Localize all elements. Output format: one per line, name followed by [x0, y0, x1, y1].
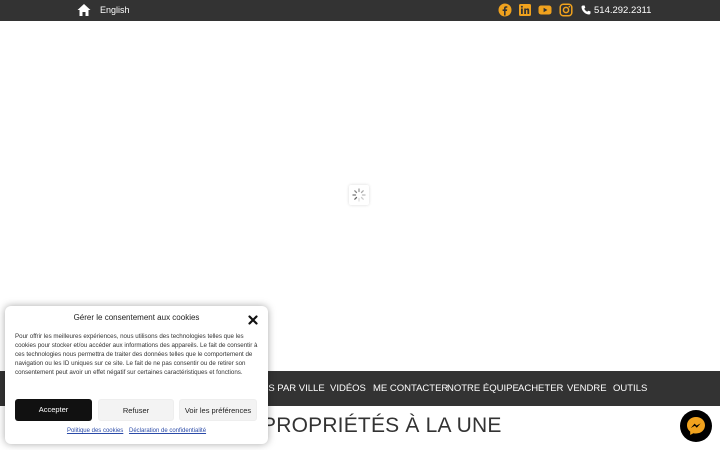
instagram-icon[interactable]: [559, 3, 573, 17]
phone-label: 514.292.2311: [594, 4, 652, 16]
home-icon[interactable]: [77, 3, 91, 17]
linkedin-icon[interactable]: [518, 3, 532, 17]
phone-icon: [581, 5, 591, 15]
phone-number[interactable]: 514.292.2311: [581, 3, 651, 17]
refuse-button[interactable]: Refuser: [98, 399, 174, 421]
messenger-icon: [687, 417, 705, 435]
nav-item-me-contacter[interactable]: ME CONTACTER: [373, 371, 448, 406]
cookie-dialog-text: Pour offrir les meilleures expériences, …: [15, 333, 258, 376]
nav-item-vendre[interactable]: VENDRE: [567, 371, 607, 406]
loading-spinner: [349, 185, 369, 205]
cookie-dialog-title: Gérer le consentement aux cookies: [73, 313, 200, 322]
accept-button[interactable]: Accepter: [15, 399, 92, 421]
facebook-icon[interactable]: [498, 3, 512, 17]
cookie-policy-link[interactable]: Politique des cookies: [67, 428, 123, 434]
nav-item-notre-equipe[interactable]: NOTRE ÉQUIPE: [447, 371, 519, 406]
nav-item-proprietes-par-ville[interactable]: ÉS PAR VILLE: [262, 371, 325, 406]
nav-item-acheter[interactable]: ACHETER: [518, 371, 563, 406]
preferences-button[interactable]: Voir les préférences: [179, 399, 257, 421]
privacy-statement-link[interactable]: Déclaration de confidentialité: [129, 428, 206, 434]
close-icon[interactable]: [248, 312, 258, 325]
language-link[interactable]: English: [100, 4, 130, 17]
top-bar: English 514.292.2311: [0, 0, 720, 21]
cookie-consent-dialog: Gérer le consentement aux cookies Pour o…: [5, 306, 268, 444]
section-title: PROPRIÉTÉS À LA UNE: [262, 414, 502, 437]
nav-item-outils[interactable]: OUTILS: [613, 371, 647, 406]
youtube-icon[interactable]: [538, 3, 552, 17]
nav-item-videos[interactable]: VIDÉOS: [330, 371, 366, 406]
messenger-chat-button[interactable]: [680, 410, 712, 442]
cookie-links: Politique des cookies Déclaration de con…: [5, 428, 268, 434]
